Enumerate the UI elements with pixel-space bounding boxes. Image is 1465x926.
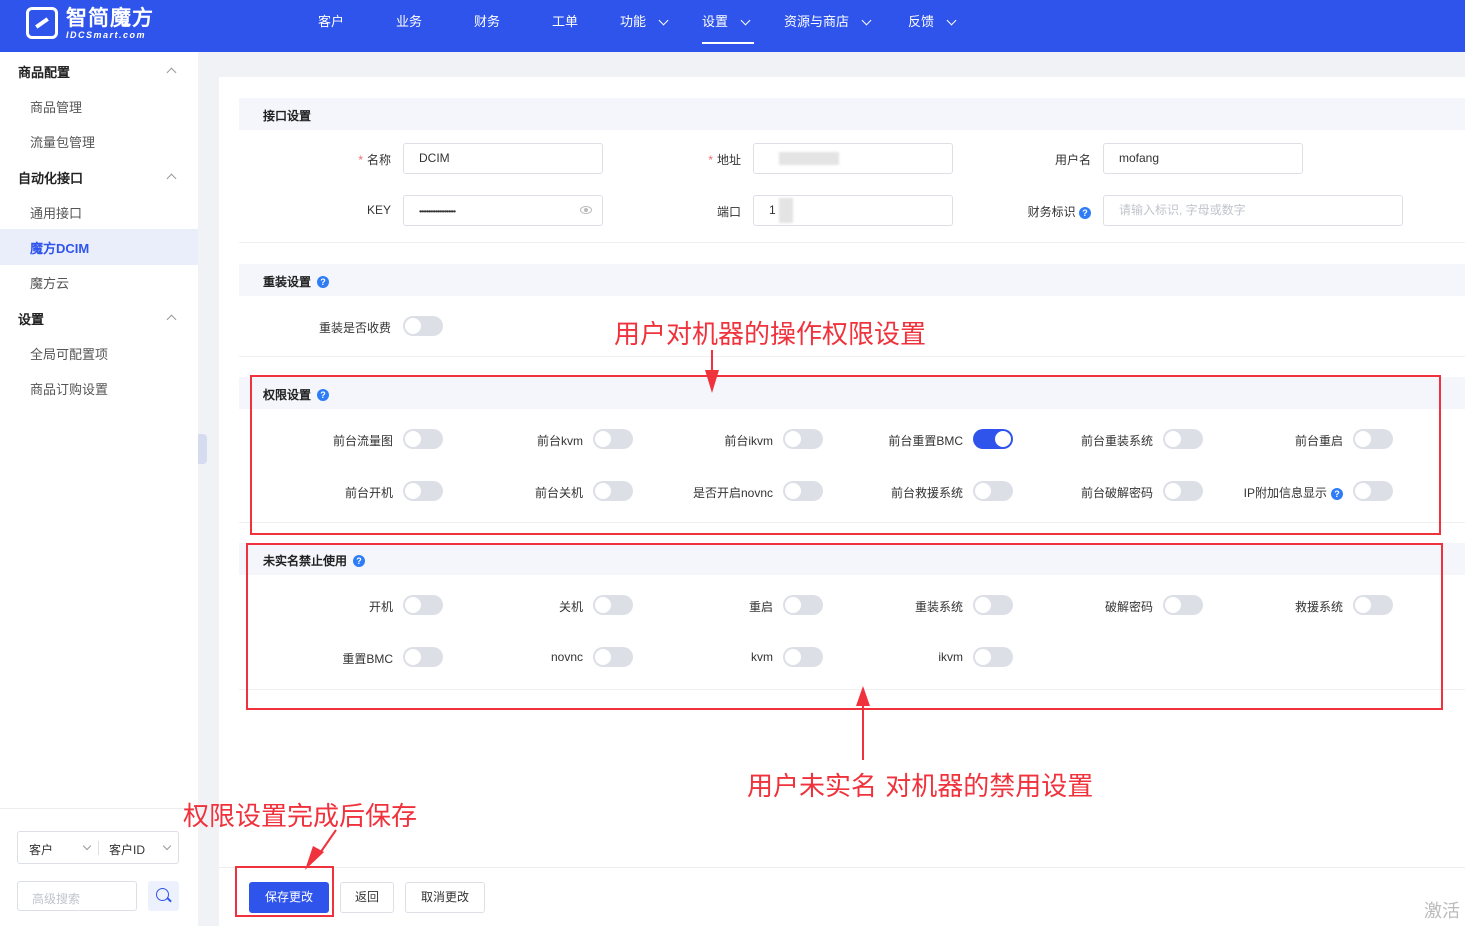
sidebar-group-automation[interactable]: 自动化接口 [18, 168, 83, 187]
redacted-port [779, 198, 793, 223]
nav-settings[interactable]: 设置 [702, 0, 751, 44]
help-icon: ? [317, 275, 330, 288]
chevron-down-icon [162, 841, 172, 851]
address-input[interactable] [753, 143, 953, 174]
interface-settings-title: 接口设置 [263, 109, 312, 123]
nav-tickets[interactable]: 工单 [552, 0, 578, 44]
permissions-highlight-box [250, 375, 1441, 535]
cancel-button[interactable]: 取消更改 [405, 882, 485, 913]
footer-bar: 保存更改 返回 取消更改 [219, 867, 1465, 926]
key-password-input[interactable]: •••••••••••••••••••• [403, 195, 603, 226]
unverified-annotation: 用户未实名 对机器的禁用设置 [747, 772, 1094, 802]
select-divider [98, 841, 99, 855]
port-input[interactable]: 1 [753, 195, 953, 226]
brand-subtitle: IDCSmart.com [66, 30, 147, 40]
search-button[interactable] [148, 881, 179, 911]
reinstall-charge-label: 重装是否收费 [318, 321, 391, 335]
nav-resources-store[interactable]: 资源与商店 [784, 0, 872, 44]
save-highlight-box [235, 866, 334, 917]
address-label: * 地址 [708, 153, 741, 167]
chevron-down-icon [861, 15, 872, 25]
nav-business[interactable]: 业务 [396, 0, 422, 44]
chevron-down-icon [740, 15, 751, 25]
reinstall-settings-title: 重装设置? [263, 273, 330, 290]
top-navbar: 智简魔方 IDCSmart.com 客户 业务 财务 工单 功能 设置 资源与商… [0, 0, 1465, 52]
search-icon [156, 888, 169, 901]
finance-id-input[interactable]: 请输入标识, 字母或数字 [1103, 195, 1403, 226]
sidebar-collapse-handle[interactable] [198, 434, 207, 464]
chevron-up-icon[interactable] [166, 173, 177, 184]
filter-select-1-value: 客户 [29, 843, 54, 857]
nav-feedback[interactable]: 反馈 [908, 0, 957, 44]
unverified-highlight-box [246, 543, 1443, 710]
nav-finance[interactable]: 财务 [474, 0, 500, 44]
sidebar-item-mofang-dcim[interactable]: 魔方DCIM [30, 238, 89, 257]
sidebar-item-generic-interface[interactable]: 通用接口 [30, 203, 82, 222]
save-annotation: 权限设置完成后保存 [183, 802, 418, 832]
advanced-search-input[interactable]: 高级搜索 [17, 881, 137, 911]
chevron-up-icon[interactable] [166, 67, 177, 78]
activation-watermark: 激活 [1424, 901, 1460, 921]
permissions-annotation: 用户对机器的操作权限设置 [614, 320, 927, 350]
help-icon: ? [1079, 207, 1091, 219]
sidebar-group-settings[interactable]: 设置 [18, 309, 44, 328]
chevron-down-icon [658, 15, 669, 25]
interface-settings-card: 接口设置 * 名称 DCIM * 地址 用户名 mofang KEY •••••••… [239, 98, 1465, 243]
chevron-down-icon [946, 15, 957, 25]
logo-icon [26, 7, 58, 39]
brand-title: 智简魔方 [66, 6, 154, 30]
chevron-down-icon [82, 841, 92, 851]
sidebar-item-mofang-cloud[interactable]: 魔方云 [30, 273, 69, 292]
nav-active-indicator [702, 42, 754, 44]
back-button[interactable]: 返回 [340, 882, 394, 913]
customer-filter-select[interactable]: 客户 客户ID [17, 831, 179, 864]
reinstall-charge-switch[interactable] [403, 316, 443, 336]
name-label: * 名称 [358, 153, 391, 167]
sidebar-item-order-settings[interactable]: 商品订购设置 [30, 379, 108, 398]
finance-id-label: 财务标识 ? [1019, 203, 1091, 220]
chevron-up-icon[interactable] [166, 314, 177, 325]
sidebar-item-traffic-package[interactable]: 流量包管理 [30, 132, 95, 151]
name-input[interactable]: DCIM [403, 143, 603, 174]
key-label: KEY [366, 203, 391, 217]
sidebar-item-global-config[interactable]: 全局可配置项 [30, 344, 108, 363]
sidebar-group-product-config[interactable]: 商品配置 [18, 62, 70, 81]
filter-select-2-value: 客户ID [109, 843, 146, 857]
port-label: 端口 [716, 205, 741, 219]
brand-logo[interactable]: 智简魔方 IDCSmart.com [26, 6, 154, 40]
nav-features[interactable]: 功能 [620, 0, 669, 44]
nav-customers[interactable]: 客户 [318, 0, 344, 44]
username-label: 用户名 [1054, 153, 1091, 167]
redacted-address [779, 152, 839, 165]
sidebar-divider [0, 808, 198, 809]
sidebar-item-product-management[interactable]: 商品管理 [30, 97, 82, 116]
eye-icon[interactable] [580, 206, 592, 214]
username-input[interactable]: mofang [1103, 143, 1303, 174]
sidebar: 商品配置 商品管理 流量包管理 自动化接口 通用接口 魔方DCIM 魔方云 设置… [0, 52, 198, 926]
